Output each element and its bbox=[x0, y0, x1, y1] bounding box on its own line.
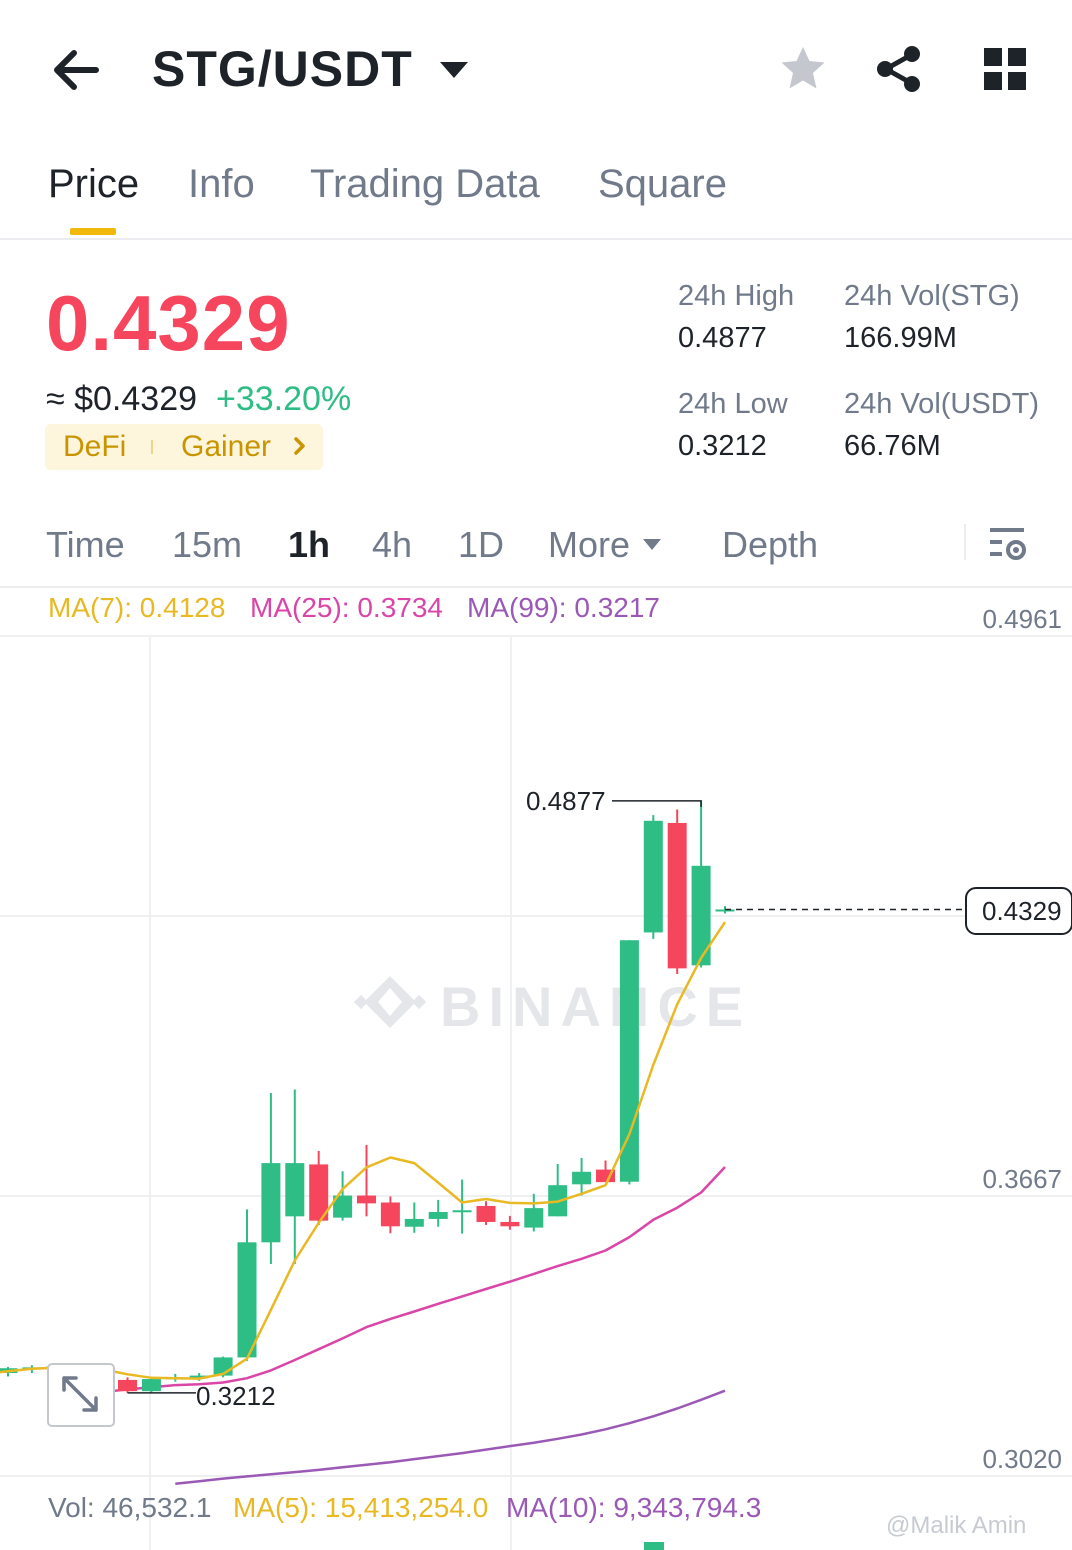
candle-body bbox=[643, 820, 663, 933]
candle-body bbox=[667, 822, 687, 969]
stat-24h-vol-quote-label: 24h Vol(USDT) bbox=[844, 388, 1040, 420]
stat-24h-vol-quote-value: 66.76M bbox=[844, 430, 941, 462]
candle-body bbox=[118, 1379, 137, 1392]
candle-body bbox=[357, 1195, 376, 1204]
tab-info[interactable]: Info bbox=[188, 162, 255, 207]
ma25-line bbox=[79, 1166, 726, 1396]
candle-body bbox=[237, 1242, 257, 1358]
tag-divider bbox=[151, 440, 153, 454]
tag-defi[interactable]: DeFi bbox=[63, 430, 126, 464]
last-price-axis-label: 0.4329 bbox=[982, 896, 1062, 926]
candle-body bbox=[524, 1208, 544, 1228]
tab-price[interactable]: Price bbox=[48, 162, 139, 207]
candle-body bbox=[285, 1163, 305, 1217]
low-marker-label: 0.3212 bbox=[196, 1381, 276, 1411]
binance-logo-watermark: BINANCE bbox=[353, 975, 751, 1038]
candle-body bbox=[572, 1171, 592, 1185]
high-marker-label: 0.4877 bbox=[526, 786, 606, 816]
grid-icon[interactable] bbox=[982, 46, 1028, 92]
stat-24h-high-label: 24h High bbox=[678, 280, 795, 312]
chart-settings-icon[interactable] bbox=[986, 524, 1030, 564]
interval-depth[interactable]: Depth bbox=[722, 524, 818, 566]
stat-24h-high-value: 0.4877 bbox=[678, 322, 767, 354]
candle-body bbox=[380, 1202, 400, 1227]
volume-legend: Vol: 46,532.1 bbox=[48, 1492, 212, 1523]
candle-body bbox=[404, 1218, 424, 1227]
tab-trading-data[interactable]: Trading Data bbox=[310, 162, 540, 207]
svg-text:BINANCE: BINANCE bbox=[440, 975, 751, 1038]
candles-layer bbox=[0, 800, 735, 1393]
y-axis-label: 0.3020 bbox=[982, 1444, 1062, 1474]
y-axis-label: 0.4961 bbox=[982, 604, 1062, 634]
volume-ma10-legend: MA(10): 9,343,794.3 bbox=[506, 1492, 762, 1523]
chevron-right-icon[interactable] bbox=[291, 432, 311, 460]
interval-bar: Time 15m 1h 4h 1D More Depth bbox=[0, 508, 1072, 588]
candle-body bbox=[261, 1163, 281, 1243]
fullscreen-button[interactable] bbox=[47, 1363, 115, 1427]
caret-down-icon[interactable] bbox=[438, 58, 470, 82]
volume-ma5-legend: MA(5): 15,413,254.0 bbox=[233, 1492, 489, 1523]
stat-24h-low-value: 0.3212 bbox=[678, 430, 767, 462]
candle-body bbox=[428, 1212, 448, 1219]
pair-title[interactable]: STG/USDT bbox=[152, 40, 413, 98]
last-price: 0.4329 bbox=[46, 279, 291, 367]
interval-1d[interactable]: 1D bbox=[458, 524, 504, 566]
price-change-percent: +33.20% bbox=[216, 380, 352, 418]
tag-strip[interactable]: DeFi Gainer bbox=[45, 424, 323, 470]
interval-more[interactable]: More bbox=[548, 524, 630, 566]
candle-body bbox=[476, 1205, 496, 1222]
candle-body bbox=[141, 1379, 161, 1392]
tab-bar: Price Info Trading Data Square bbox=[0, 150, 1072, 240]
usd-price: ≈ $0.4329 bbox=[46, 380, 198, 418]
candle-body bbox=[452, 1210, 472, 1213]
interval-divider bbox=[964, 524, 966, 560]
candle-body bbox=[691, 865, 711, 966]
interval-1h[interactable]: 1h bbox=[288, 524, 330, 566]
stat-24h-low-label: 24h Low bbox=[678, 388, 788, 420]
caret-down-icon[interactable] bbox=[642, 538, 662, 552]
stat-24h-vol-base-value: 166.99M bbox=[844, 322, 957, 354]
tab-square[interactable]: Square bbox=[598, 162, 727, 207]
stat-24h-vol-base-label: 24h Vol(STG) bbox=[844, 280, 1020, 312]
back-arrow-icon[interactable] bbox=[48, 42, 104, 98]
volume-bar bbox=[644, 1542, 664, 1550]
interval-15m[interactable]: 15m bbox=[172, 524, 242, 566]
interval-time[interactable]: Time bbox=[46, 524, 125, 566]
tag-gainer[interactable]: Gainer bbox=[181, 430, 271, 464]
ma25-layer bbox=[79, 1166, 726, 1396]
star-icon[interactable] bbox=[778, 44, 828, 94]
author-watermark: @Malik Amin bbox=[886, 1512, 1027, 1539]
interval-4h[interactable]: 4h bbox=[372, 524, 412, 566]
high-leader-line bbox=[612, 800, 702, 807]
candlestick-chart[interactable]: BINANCE 0.4961 0.3667 0.3020 0.4877 0.32… bbox=[0, 588, 1072, 1550]
candle-body bbox=[500, 1221, 520, 1227]
active-tab-indicator bbox=[70, 228, 116, 235]
header: STG/USDT bbox=[0, 0, 1072, 140]
share-icon[interactable] bbox=[874, 44, 924, 94]
y-axis-label: 0.3667 bbox=[982, 1164, 1062, 1194]
